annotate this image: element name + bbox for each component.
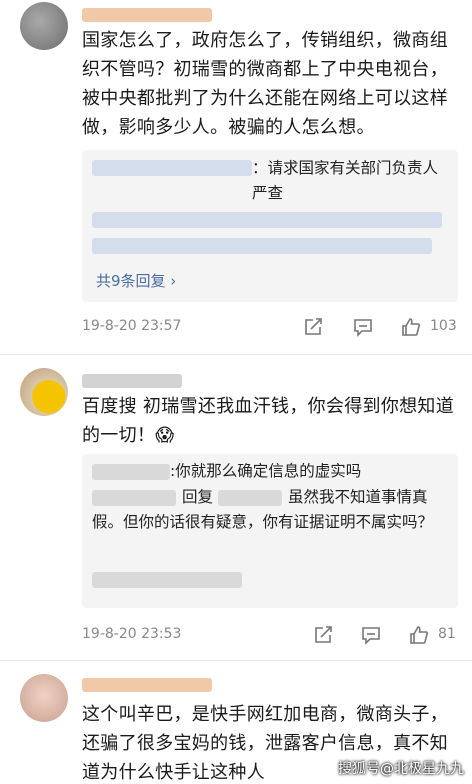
like-count: 103	[430, 318, 457, 334]
comment-footer: 19-8-20 23:53 81	[82, 624, 460, 648]
reply-username-blurred	[92, 464, 170, 480]
reply-box[interactable]: ：请求国家有关部门负责人严查 共9条回复 ›	[82, 150, 458, 302]
share-icon[interactable]	[312, 624, 334, 646]
reply-text-content: 虽然我不知道事情真假。但你的话很有疑意，你有证据证明不属实吗？	[92, 488, 434, 531]
reply-blurred-line	[92, 212, 442, 228]
reply-blurred-line	[92, 238, 432, 254]
reply-blurred-line	[92, 572, 242, 588]
reply-username-blurred	[92, 160, 252, 176]
comment-footer: 19-8-20 23:57 103	[82, 316, 460, 340]
like-count: 81	[438, 626, 456, 642]
timestamp: 19-8-20 23:53	[82, 626, 182, 642]
username-blurred[interactable]	[82, 678, 212, 692]
comment-icon[interactable]	[360, 624, 382, 646]
avatar[interactable]	[20, 2, 68, 50]
reply-text: 虽然我不知道事情真假。但你的话很有疑意，你有证据证明不属实吗？	[92, 485, 448, 535]
avatar[interactable]	[20, 368, 68, 416]
username-blurred[interactable]	[82, 8, 212, 22]
share-icon[interactable]	[302, 316, 324, 338]
divider	[0, 354, 472, 355]
username-blurred[interactable]	[82, 374, 182, 388]
watermark: 搜狐号@北极星九九	[338, 761, 464, 777]
avatar[interactable]	[20, 674, 68, 722]
comment-icon[interactable]	[352, 316, 374, 338]
timestamp: 19-8-20 23:57	[82, 318, 182, 334]
reply-text: :你就那么确定信息的虚实吗	[170, 462, 362, 480]
divider	[0, 660, 472, 661]
more-replies-link[interactable]: 共9条回复 ›	[96, 270, 176, 291]
reply-text: ：请求国家有关部门负责人严查	[252, 159, 439, 202]
reply-box[interactable]: :你就那么确定信息的虚实吗 回复 虽然我不知道事情真假。但你的话很有疑意，你有证…	[82, 454, 458, 608]
comment-text: 国家怎么了，政府怎么了，传销组织，微商组织不管吗？初瑞雪的微商都上了中央电视台，…	[82, 30, 448, 138]
comment-text: 百度搜 初瑞雪还我血汗钱，你会得到你想知道的一切！😱	[82, 396, 455, 446]
like-icon[interactable]	[400, 316, 422, 338]
like-icon[interactable]	[408, 624, 430, 646]
